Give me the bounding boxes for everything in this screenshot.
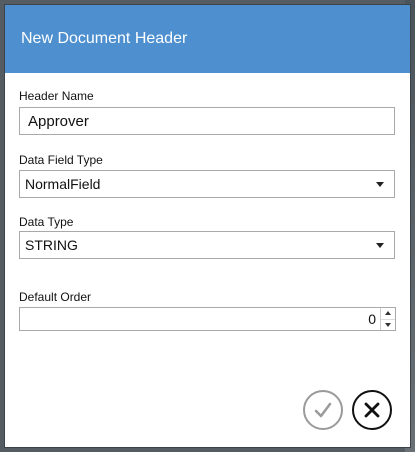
- default-order-value[interactable]: 0: [368, 311, 380, 327]
- close-icon: [364, 402, 380, 418]
- header-name-input[interactable]: [19, 107, 395, 135]
- arrow-down-icon: [385, 322, 391, 327]
- confirm-button[interactable]: [303, 390, 343, 430]
- cancel-button[interactable]: [352, 390, 392, 430]
- dialog-titlebar: New Document Header: [5, 5, 410, 73]
- data-field-type-select[interactable]: NormalField: [19, 170, 395, 198]
- default-order-stepper[interactable]: 0: [19, 307, 396, 331]
- data-field-type-label: Data Field Type: [19, 153, 103, 167]
- chevron-down-icon: [376, 242, 384, 248]
- spinner: [380, 308, 395, 330]
- header-name-label: Header Name: [19, 89, 94, 103]
- data-type-value: STRING: [25, 237, 78, 253]
- arrow-up-icon: [385, 311, 391, 316]
- data-field-type-value: NormalField: [25, 176, 101, 192]
- default-order-label: Default Order: [19, 290, 92, 304]
- dialog-title: New Document Header: [21, 30, 188, 47]
- increment-button[interactable]: [381, 308, 395, 320]
- decrement-button[interactable]: [381, 320, 395, 331]
- check-icon: [314, 402, 332, 418]
- new-document-header-dialog: New Document Header Header Name Data Fie…: [5, 5, 410, 447]
- data-type-select[interactable]: STRING: [19, 231, 395, 259]
- chevron-down-icon: [376, 181, 384, 187]
- data-type-label: Data Type: [19, 215, 74, 229]
